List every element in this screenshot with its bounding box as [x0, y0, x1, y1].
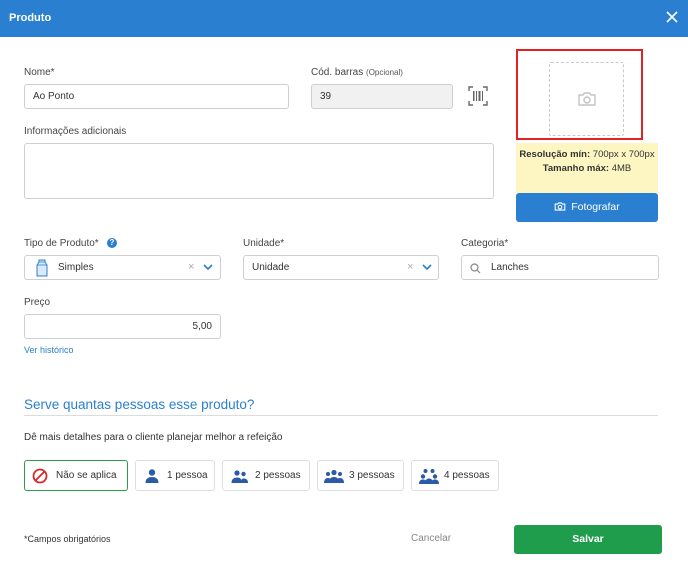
photo-resolution: Resolução mín: 700px x 700px — [516, 148, 658, 162]
categoria-value: Lanches — [491, 262, 529, 273]
unidade-value: Unidade — [252, 262, 290, 273]
servings-option-label: 4 pessoas — [444, 470, 490, 481]
codbarras-input[interactable] — [311, 84, 453, 109]
servings-option-3[interactable]: 3 pessoas — [317, 460, 404, 491]
tipo-value: Simples — [58, 262, 94, 273]
servings-option-1[interactable]: 1 pessoa — [135, 460, 215, 491]
section-divider — [24, 415, 658, 416]
modal-title: Produto — [9, 12, 52, 24]
fotografar-label: Fotografar — [571, 201, 620, 213]
milk-carton-icon — [36, 259, 48, 277]
servings-option-label: 3 pessoas — [349, 470, 395, 481]
save-button[interactable]: Salvar — [514, 525, 662, 554]
chevron-down-icon — [203, 264, 213, 271]
photo-size-value: 4MB — [611, 163, 632, 174]
servings-subtitle: Dê mais detalhes para o cliente planejar… — [24, 432, 283, 443]
codbarras-label: Cód. barras (Opcional) — [311, 67, 403, 78]
unidade-select[interactable]: Unidade × — [243, 255, 439, 280]
preco-label: Preço — [24, 297, 51, 308]
clear-icon[interactable]: × — [407, 261, 413, 273]
modal-header: Produto — [0, 0, 688, 37]
nome-input[interactable] — [24, 84, 289, 109]
barcode-scan-icon[interactable] — [467, 85, 489, 107]
info-label: Informações adicionais — [24, 126, 127, 137]
close-icon[interactable] — [665, 10, 679, 24]
servings-option-label: 1 pessoa — [167, 470, 208, 481]
two-people-icon — [231, 470, 248, 483]
photo-size-label: Tamanho máx: — [542, 163, 610, 174]
preco-input[interactable] — [24, 314, 221, 339]
servings-option-label: Não se aplica — [56, 470, 117, 481]
servings-option-nao-se-aplica[interactable]: Não se aplica — [24, 460, 128, 491]
camera-icon — [554, 202, 566, 211]
photo-size: Tamanho máx: 4MB — [516, 162, 658, 176]
tipo-select[interactable]: Simples × — [24, 255, 221, 280]
ver-historico-link[interactable]: Ver histórico — [24, 345, 74, 355]
four-people-icon — [419, 469, 439, 484]
servings-option-4[interactable]: 4 pessoas — [411, 460, 499, 491]
info-textarea[interactable] — [24, 143, 494, 199]
search-icon — [470, 263, 481, 274]
unidade-label: Unidade* — [243, 238, 285, 249]
photo-upload-area[interactable] — [549, 62, 624, 136]
no-entry-icon — [32, 468, 48, 484]
camera-icon — [578, 92, 596, 106]
photo-requirements: Resolução mín: 700px x 700px Tamanho máx… — [516, 143, 658, 193]
photo-resolution-value: 700px x 700px — [592, 149, 655, 160]
categoria-select[interactable]: Lanches — [461, 255, 659, 280]
categoria-label: Categoria* — [461, 238, 509, 249]
three-people-icon — [324, 469, 344, 483]
clear-icon[interactable]: × — [188, 261, 194, 273]
photo-resolution-label: Resolução mín: — [519, 149, 591, 160]
chevron-down-icon — [422, 264, 432, 271]
help-icon[interactable]: ? — [107, 238, 117, 248]
person-icon — [145, 469, 159, 483]
servings-option-2[interactable]: 2 pessoas — [222, 460, 310, 491]
tipo-label: Tipo de Produto* — [24, 238, 99, 249]
servings-title: Serve quantas pessoas esse produto? — [24, 397, 255, 412]
cancel-button[interactable]: Cancelar — [411, 533, 451, 544]
codbarras-label-text: Cód. barras — [311, 67, 364, 78]
fotografar-button[interactable]: Fotografar — [516, 193, 658, 222]
required-fields-note: *Campos obrigatórios — [24, 534, 111, 544]
nome-label: Nome* — [24, 67, 55, 78]
codbarras-optional: (Opcional) — [366, 68, 403, 77]
servings-option-label: 2 pessoas — [255, 470, 301, 481]
